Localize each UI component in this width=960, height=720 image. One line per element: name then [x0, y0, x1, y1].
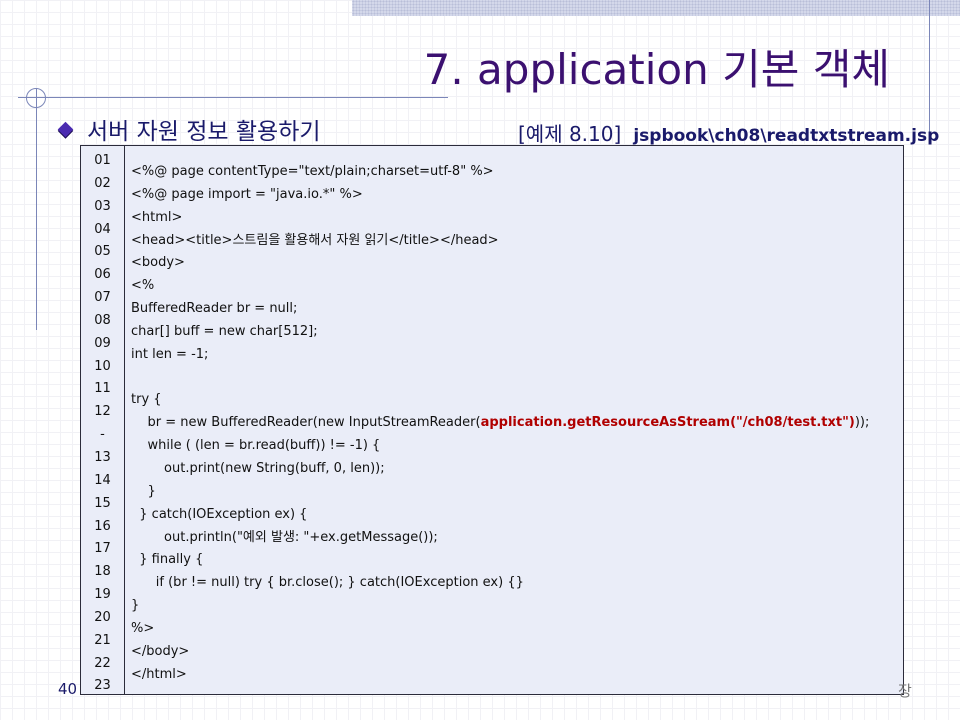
line-number: 15	[94, 495, 111, 511]
code-line: %>	[131, 618, 903, 641]
decor-circle	[26, 88, 46, 108]
code-text: char[] buff = new char[512];	[131, 323, 318, 339]
code-line: <body>	[131, 252, 903, 275]
code-line: char[] buff = new char[512];	[131, 321, 903, 344]
line-number: -	[100, 427, 105, 443]
line-number: 14	[94, 472, 111, 488]
code-text: BufferedReader br = null;	[131, 301, 298, 317]
code-highlight: application.getResourceAsStream("/ch08/t…	[480, 415, 855, 431]
code-text: <%@ page contentType="text/plain;charset…	[131, 164, 494, 179]
line-number: 07	[94, 290, 111, 306]
example-label: [예제 8.10]	[518, 122, 622, 146]
code-area: <%@ page contentType="text/plain;charset…	[125, 146, 903, 694]
line-number-gutter: 01 02 03 04 05 06 07 08 09 10 11 12 - 13 14 15 16 17 18 19 2…	[81, 146, 125, 694]
line-number: 19	[94, 587, 111, 603]
code-listing: 01 02 03 04 05 06 07 08 09 10 11 12 - 13 14 15 16 17 18 19 2…	[80, 145, 904, 695]
code-text: } catch(IOException ex) {	[131, 506, 308, 522]
code-text: out.print(new String(buff, 0, len));	[131, 460, 385, 476]
footer-text: 장	[898, 682, 912, 700]
code-text: <%@ page import = "java.io.*" %>	[131, 186, 363, 202]
line-number: 20	[94, 609, 111, 625]
code-text: <html>	[131, 209, 183, 225]
code-text: <body>	[131, 255, 185, 271]
code-text: </html>	[131, 666, 187, 682]
code-line: <%	[131, 275, 903, 298]
bullet-row: 서버 자원 정보 활용하기	[57, 112, 321, 146]
code-line: int len = -1;	[131, 344, 903, 367]
line-number: 05	[94, 244, 111, 260]
code-line: </body>	[131, 641, 903, 664]
code-text: while ( (len = br.read(buff)) != -1) {	[131, 438, 381, 454]
example-path: jspbook\ch08\readtxtstream.jsp	[633, 126, 940, 146]
code-line: while ( (len = br.read(buff)) != -1) {	[131, 435, 903, 458]
code-line: } finally {	[131, 549, 903, 572]
code-line: BufferedReader br = null;	[131, 298, 903, 321]
line-number: 17	[94, 541, 111, 557]
top-decor-band	[352, 0, 960, 16]
line-number: 22	[94, 655, 111, 671]
code-line: if (br != null) try { br.close(); } catc…	[131, 572, 903, 595]
line-number: 12	[94, 404, 111, 420]
code-text: <head><title>스트림을 활용해서 자원 읽기</title></he…	[131, 232, 499, 248]
code-line: </html>	[131, 664, 903, 687]
page-number: 40	[58, 680, 78, 698]
line-number: 08	[94, 312, 111, 328]
line-number: 18	[94, 564, 111, 580]
line-number: 10	[94, 358, 111, 374]
line-number: 13	[94, 449, 111, 465]
line-number: 06	[94, 267, 111, 283]
code-text: <%	[131, 278, 155, 294]
line-number: 03	[94, 198, 111, 214]
code-line: }	[131, 595, 903, 618]
line-number: 09	[94, 335, 111, 351]
code-text: int len = -1;	[131, 346, 209, 362]
code-line: <%@ page import = "java.io.*" %>	[131, 184, 903, 207]
code-line: br = new BufferedReader(new InputStreamR…	[131, 412, 903, 435]
code-text: try {	[131, 392, 162, 408]
line-number: 23	[94, 678, 111, 694]
code-line: <html>	[131, 207, 903, 230]
code-line: <%@ page contentType="text/plain;charset…	[131, 161, 903, 184]
example-reference: [예제 8.10] jspbook\ch08\readtxtstream.jsp	[518, 118, 939, 147]
code-line: <head><title>스트림을 활용해서 자원 읽기</title></he…	[131, 230, 903, 253]
slide-title: 7. application 기본 객체	[423, 45, 890, 94]
code-line: out.println("예외 발생: "+ex.getMessage());	[131, 527, 903, 550]
line-number: 04	[94, 221, 111, 237]
code-text: ));	[854, 415, 870, 431]
code-line: }	[131, 481, 903, 504]
code-text: }	[131, 598, 140, 614]
code-line: out.print(new String(buff, 0, len));	[131, 458, 903, 481]
line-number: 02	[94, 175, 111, 191]
code-text: }	[131, 483, 156, 499]
code-text: </body>	[131, 643, 190, 659]
code-text: %>	[131, 620, 155, 636]
code-line: try {	[131, 389, 903, 412]
code-line: } catch(IOException ex) {	[131, 504, 903, 527]
decor-line-horizontal	[18, 97, 448, 98]
decor-line-left	[36, 88, 37, 330]
line-number: 21	[94, 632, 111, 648]
code-text: } finally {	[131, 552, 204, 568]
line-number: 01	[94, 153, 111, 168]
code-text: out.println("예외 발생: "+ex.getMessage());	[131, 529, 438, 545]
code-text: if (br != null) try { br.close(); } catc…	[131, 575, 524, 591]
code-text: br = new BufferedReader(new InputStreamR…	[131, 415, 481, 431]
line-number: 16	[94, 518, 111, 534]
diamond-bullet-icon	[57, 121, 74, 137]
line-number: 11	[94, 381, 111, 397]
bullet-text: 서버 자원 정보 활용하기	[87, 119, 321, 145]
